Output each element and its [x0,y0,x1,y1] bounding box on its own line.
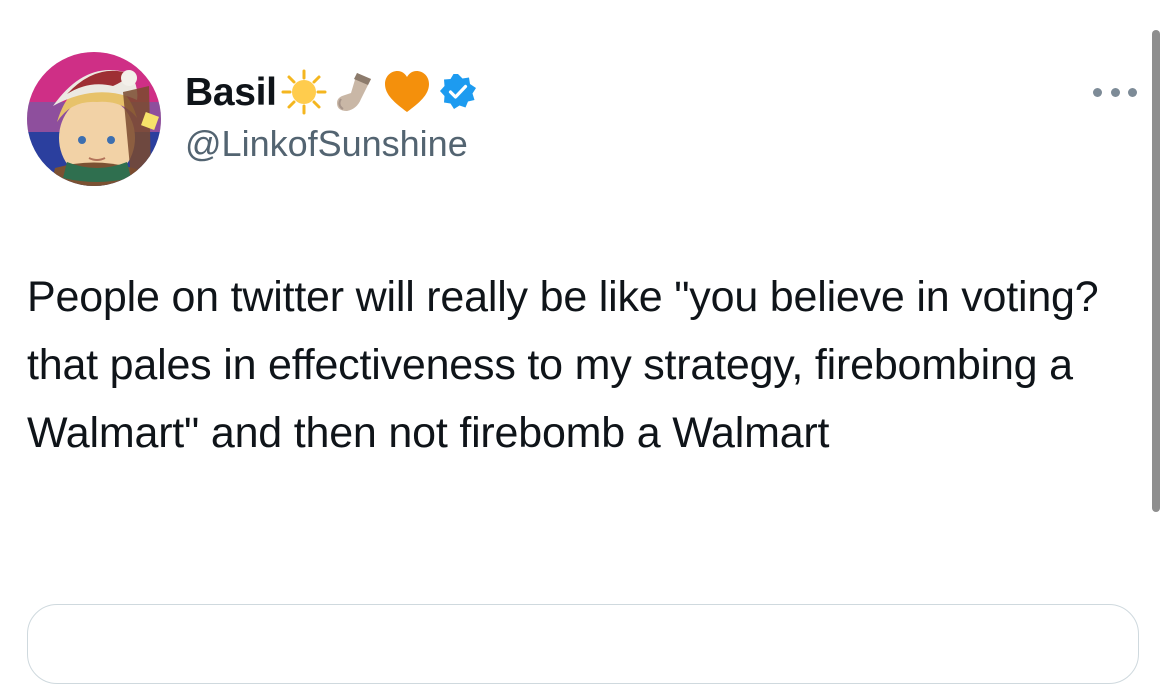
sun-icon [281,69,327,115]
avatar-image [27,52,161,186]
author-name-row: Basil [185,64,477,120]
tweet-text: People on twitter will really be like "y… [27,273,1099,457]
more-options-icon[interactable] [1093,82,1137,102]
author-handle[interactable]: @LinkofSunshine [185,123,468,164]
avatar[interactable] [27,52,161,186]
reply-card[interactable] [27,604,1139,684]
sock-icon [331,69,377,115]
scrollbar[interactable] [1152,30,1160,512]
display-name[interactable]: Basil [185,73,277,112]
verified-badge-icon [439,73,477,111]
orange-heart-icon [383,69,431,115]
